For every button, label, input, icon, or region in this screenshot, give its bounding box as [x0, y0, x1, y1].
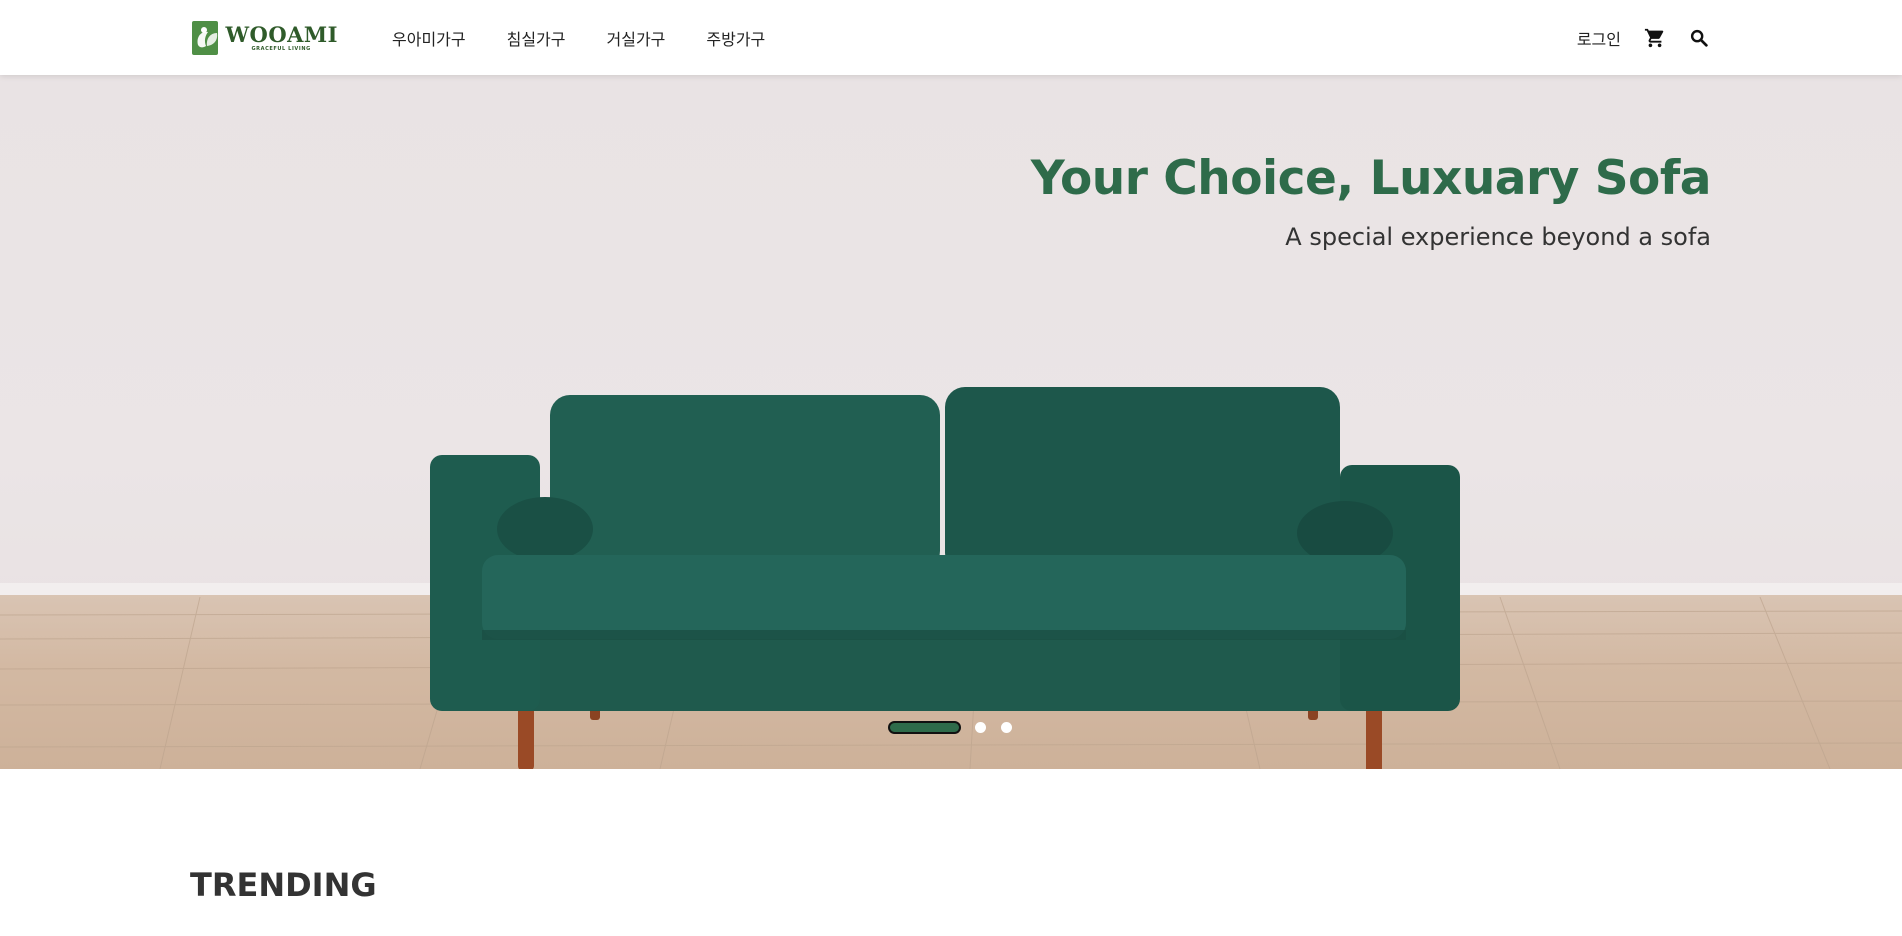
trending-heading: TRENDING [190, 866, 377, 904]
slider-dot-1-active[interactable] [888, 721, 961, 734]
nav-item-bedroom-furniture[interactable]: 침실가구 [507, 26, 566, 50]
header-utilities: 로그인 [1577, 0, 1711, 75]
nav-item-kitchen-furniture[interactable]: 주방가구 [706, 26, 765, 50]
login-link[interactable]: 로그인 [1577, 26, 1621, 50]
sofa-image [430, 387, 1460, 769]
search-icon[interactable] [1687, 26, 1711, 50]
slider-pagination [888, 721, 1012, 734]
main-nav: 우아미가구 침실가구 거실가구 주방가구 [392, 0, 806, 75]
hero-title: Your Choice, Luxuary Sofa [1030, 151, 1712, 206]
hero-subtitle: A special experience beyond a sofa [1285, 223, 1711, 251]
logo-text: WOOAMI GRACEFUL LIVING [225, 24, 338, 52]
cart-icon[interactable] [1643, 26, 1667, 50]
nav-item-living-room-furniture[interactable]: 거실가구 [607, 26, 666, 50]
brand-tagline: GRACEFUL LIVING [251, 46, 311, 52]
site-header: WOOAMI GRACEFUL LIVING 우아미가구 침실가구 거실가구 주… [0, 0, 1902, 75]
slider-dot-2[interactable] [975, 722, 986, 733]
hero-banner: Your Choice, Luxuary Sofa A special expe… [0, 75, 1902, 769]
brand-name: WOOAMI [225, 22, 338, 47]
logo-mark-icon [192, 21, 219, 55]
brand-logo[interactable]: WOOAMI GRACEFUL LIVING [192, 20, 338, 56]
nav-item-wooami-furniture[interactable]: 우아미가구 [392, 26, 466, 50]
slider-dot-3[interactable] [1001, 722, 1012, 733]
